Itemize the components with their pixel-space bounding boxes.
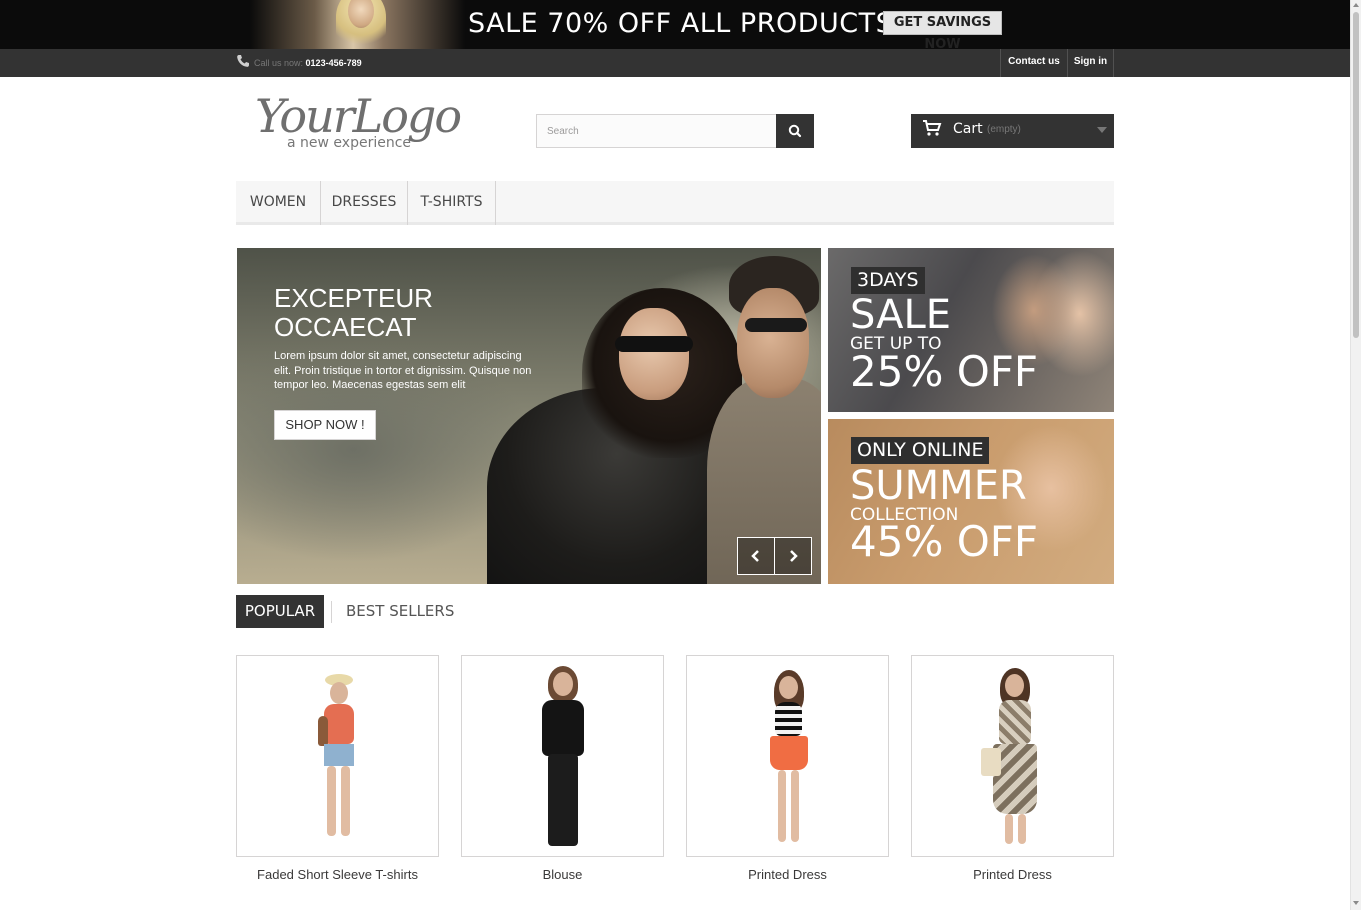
promo-title: SALE 70% OFF ALL PRODUCTS [468, 8, 894, 39]
product-name[interactable]: Faded Short Sleeve T-shirts [236, 867, 439, 883]
banner-tag: ONLY ONLINE [851, 437, 990, 464]
product-name[interactable]: Printed Dress [911, 867, 1114, 883]
promo-banner[interactable]: SALE 70% OFF ALL PRODUCTS GET SAVINGS NO… [0, 0, 1350, 49]
sign-in-link[interactable]: Sign in [1067, 49, 1114, 77]
scroll-down-arrow-icon[interactable] [1353, 901, 1359, 905]
sale-banner-25[interactable]: 3DAYS SALE GET UP TO 25% OFF [828, 248, 1114, 412]
banner-tag: 3DAYS [851, 267, 925, 294]
tab-popular[interactable]: POPULAR [236, 595, 324, 628]
scroll-up-arrow-icon[interactable] [1353, 3, 1359, 7]
phone-number: 0123-456-789 [305, 58, 362, 68]
product-image[interactable] [911, 655, 1114, 857]
top-nav-bar [0, 49, 1350, 77]
banner-headline: SUMMER [850, 463, 1027, 509]
slide-description: Lorem ipsum dolor sit amet, consectetur … [274, 350, 532, 391]
chevron-down-icon [1097, 127, 1107, 133]
chevron-left-icon [751, 550, 759, 562]
phone-info: Call us now: 0123-456-789 [254, 57, 362, 69]
slider-prev-button[interactable] [737, 537, 775, 575]
slider-next-button[interactable] [774, 537, 812, 575]
call-label: Call us now: [254, 58, 304, 68]
search-input[interactable] [536, 114, 777, 148]
menu-item-women[interactable]: WOMEN [236, 181, 321, 225]
logo-tagline: a new experience [287, 135, 412, 151]
search-button[interactable] [776, 114, 814, 148]
slide-title: EXCEPTEUR OCCAECAT [274, 283, 433, 342]
promo-model-image [250, 0, 465, 49]
scrollbar-thumb[interactable] [1353, 12, 1359, 338]
summer-banner-45[interactable]: ONLY ONLINE SUMMER COLLECTION 45% OFF [828, 419, 1114, 584]
tab-divider [331, 601, 332, 623]
menu-item-tshirts[interactable]: T-SHIRTS [408, 181, 496, 225]
banner-discount: 45% OFF [850, 517, 1039, 566]
site-logo[interactable]: YourLogo a new experience [255, 89, 470, 156]
main-menu: WOMEN DRESSES T-SHIRTS [236, 181, 1114, 225]
tab-best-sellers[interactable]: BEST SELLERS [346, 595, 454, 628]
banner-discount: 25% OFF [850, 347, 1039, 396]
cart-button[interactable]: Cart (empty) [911, 114, 1114, 148]
product-name[interactable]: Blouse [461, 867, 664, 883]
product-image[interactable] [236, 655, 439, 857]
get-savings-button[interactable]: GET SAVINGS NOW [883, 11, 1002, 49]
shop-now-button[interactable]: SHOP NOW ! [274, 410, 376, 440]
chevron-right-icon [790, 550, 798, 562]
product-image[interactable] [461, 655, 664, 857]
cart-label: Cart [953, 121, 983, 137]
banner-headline: SALE [850, 292, 952, 338]
homepage-slider[interactable]: EXCEPTEUR OCCAECAT Lorem ipsum dolor sit… [237, 248, 821, 584]
page-scrollbar[interactable] [1350, 0, 1361, 910]
phone-icon [237, 55, 249, 67]
menu-item-dresses[interactable]: DRESSES [321, 181, 408, 225]
product-image[interactable] [686, 655, 889, 857]
cart-status: (empty) [987, 124, 1021, 135]
product-name[interactable]: Printed Dress [686, 867, 889, 883]
search-icon [788, 124, 802, 138]
contact-us-link[interactable]: Contact us [1000, 49, 1067, 77]
cart-icon [923, 120, 942, 136]
